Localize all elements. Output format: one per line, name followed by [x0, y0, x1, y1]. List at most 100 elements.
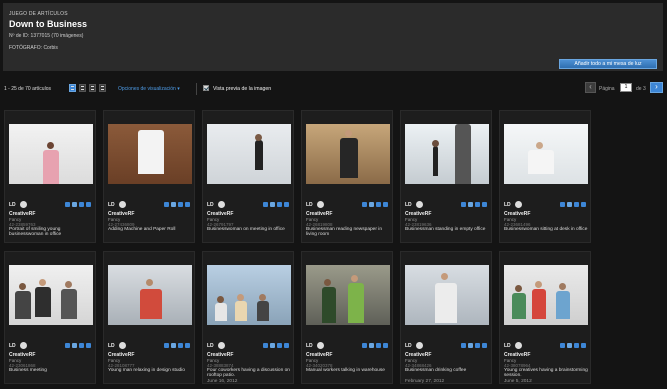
download-icon[interactable]: [482, 343, 487, 348]
lightbox-icon[interactable]: [65, 343, 70, 348]
bulb-icon[interactable]: [567, 202, 572, 207]
bulb-icon[interactable]: [171, 202, 176, 207]
image-card[interactable]: LD CreativeRF Fancy 42-38883874 Four coworke…: [202, 251, 294, 384]
page-input[interactable]: 1: [620, 83, 632, 92]
bulb-icon[interactable]: [72, 343, 77, 348]
lightbox-icon[interactable]: [65, 202, 70, 207]
image-thumbnail[interactable]: [108, 265, 192, 325]
image-card[interactable]: LD CreativeRF Fancy 42-23061868 Business mee…: [4, 251, 96, 384]
lightbox-icon[interactable]: [362, 343, 367, 348]
cart-icon[interactable]: [178, 202, 183, 207]
cart-icon[interactable]: [574, 202, 579, 207]
license-badge: LD: [405, 343, 412, 349]
image-thumbnail[interactable]: [405, 124, 489, 184]
download-icon[interactable]: [86, 343, 91, 348]
clock-icon[interactable]: [20, 201, 27, 208]
thumbnail-figure: [556, 291, 570, 319]
thumbnail-figure-head: [432, 140, 439, 147]
add-all-to-lightbox-button[interactable]: Añadir todo a mi mesa de luz: [559, 59, 657, 69]
download-icon[interactable]: [185, 202, 190, 207]
lightbox-icon[interactable]: [263, 202, 268, 207]
lightbox-icon[interactable]: [461, 202, 466, 207]
download-icon[interactable]: [383, 202, 388, 207]
chevron-right-icon[interactable]: ›: [650, 82, 663, 93]
image-thumbnail[interactable]: [405, 265, 489, 325]
image-card[interactable]: LD CreativeRF Fancy 42-23819636 Businessman …: [400, 110, 492, 243]
image-preview-checkbox[interactable]: [203, 85, 209, 91]
bulb-icon[interactable]: [171, 343, 176, 348]
image-card[interactable]: LD CreativeRF Fancy 42-28108777 Young man re…: [103, 251, 195, 384]
image-card[interactable]: LD CreativeRF Fancy 42-26791797 Businesswoma…: [202, 110, 294, 243]
cart-icon[interactable]: [277, 343, 282, 348]
image-thumbnail[interactable]: [306, 265, 390, 325]
view-options-dropdown[interactable]: Opciones de visualización ▾: [118, 86, 180, 92]
image-card[interactable]: LD CreativeRF Fancy 42-27436809 Adding Machi…: [103, 110, 195, 243]
clock-icon[interactable]: [119, 201, 126, 208]
lightbox-icon[interactable]: [560, 343, 565, 348]
download-icon[interactable]: [185, 343, 190, 348]
bulb-icon[interactable]: [369, 202, 374, 207]
grid-view-icon[interactable]: [69, 84, 76, 92]
image-card[interactable]: LD CreativeRF Fancy 42-26819808 Businessman …: [301, 110, 393, 243]
bulb-icon[interactable]: [468, 202, 473, 207]
cart-icon[interactable]: [475, 343, 480, 348]
image-thumbnail[interactable]: [504, 124, 588, 184]
clock-icon[interactable]: [218, 201, 225, 208]
lightbox-icon[interactable]: [164, 202, 169, 207]
clock-icon[interactable]: [515, 201, 522, 208]
cart-icon[interactable]: [178, 343, 183, 348]
clock-icon[interactable]: [218, 342, 225, 349]
cart-icon[interactable]: [79, 343, 84, 348]
lightbox-icon[interactable]: [461, 343, 466, 348]
clock-icon[interactable]: [20, 342, 27, 349]
list-view-icon[interactable]: [89, 84, 96, 92]
bulb-icon[interactable]: [270, 343, 275, 348]
download-icon[interactable]: [284, 343, 289, 348]
image-card[interactable]: LD CreativeRF Fancy 42-38078964 Young creati…: [499, 251, 591, 384]
image-thumbnail[interactable]: [108, 124, 192, 184]
image-card[interactable]: LD CreativeRF Fancy 42-34868426 Businessman …: [400, 251, 492, 384]
cart-icon[interactable]: [376, 343, 381, 348]
clock-icon[interactable]: [317, 201, 324, 208]
image-card[interactable]: LD CreativeRF Fancy 42-34020378 Manual worke…: [301, 251, 393, 384]
lightbox-icon[interactable]: [560, 202, 565, 207]
card-date: February 27, 2012: [405, 379, 445, 384]
download-icon[interactable]: [383, 343, 388, 348]
bulb-icon[interactable]: [369, 343, 374, 348]
image-thumbnail[interactable]: [504, 265, 588, 325]
cart-icon[interactable]: [475, 202, 480, 207]
large-grid-view-icon[interactable]: [79, 84, 86, 92]
bulb-icon[interactable]: [468, 343, 473, 348]
cart-icon[interactable]: [376, 202, 381, 207]
bulb-icon[interactable]: [567, 343, 572, 348]
image-thumbnail[interactable]: [306, 124, 390, 184]
download-icon[interactable]: [581, 343, 586, 348]
cart-icon[interactable]: [79, 202, 84, 207]
lightbox-icon[interactable]: [263, 343, 268, 348]
clock-icon[interactable]: [515, 342, 522, 349]
cart-icon[interactable]: [574, 343, 579, 348]
image-card[interactable]: LD CreativeRF Fancy 42-23859763 Portrait of …: [4, 110, 96, 243]
image-thumbnail[interactable]: [207, 265, 291, 325]
clock-icon[interactable]: [416, 342, 423, 349]
clock-icon[interactable]: [416, 201, 423, 208]
download-icon[interactable]: [581, 202, 586, 207]
chevron-left-icon[interactable]: ‹: [585, 82, 596, 93]
clock-icon[interactable]: [317, 342, 324, 349]
download-icon[interactable]: [482, 202, 487, 207]
download-icon[interactable]: [86, 202, 91, 207]
clock-icon[interactable]: [119, 342, 126, 349]
image-thumbnail[interactable]: [9, 265, 93, 325]
lightbox-icon[interactable]: [362, 202, 367, 207]
image-card[interactable]: LD CreativeRF Fancy 42-23681496 Businesswoma…: [499, 110, 591, 243]
image-preview-label[interactable]: Vista previa de la imagen: [213, 86, 271, 92]
cart-icon[interactable]: [277, 202, 282, 207]
lightbox-icon[interactable]: [164, 343, 169, 348]
image-thumbnail[interactable]: [9, 124, 93, 184]
thumbnail-figure-head: [39, 279, 46, 286]
image-thumbnail[interactable]: [207, 124, 291, 184]
detail-view-icon[interactable]: [99, 84, 106, 92]
bulb-icon[interactable]: [72, 202, 77, 207]
bulb-icon[interactable]: [270, 202, 275, 207]
download-icon[interactable]: [284, 202, 289, 207]
